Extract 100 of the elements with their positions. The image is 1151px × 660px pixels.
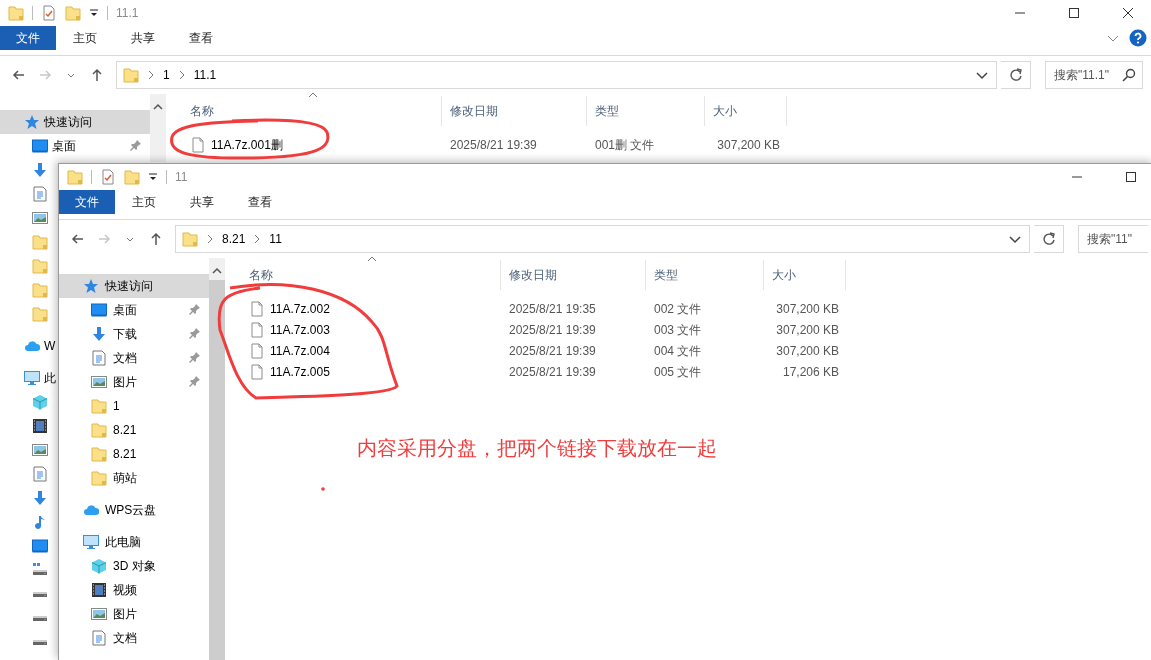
film-icon — [32, 418, 48, 434]
sidebar-item[interactable]: 快速访问 — [59, 274, 209, 298]
sort-caret-icon — [308, 92, 318, 98]
sidebar-item[interactable]: 快速访问 — [0, 110, 150, 134]
caret-up-icon — [212, 266, 222, 276]
sidebar-item[interactable]: W — [0, 334, 56, 358]
breadcrumb-item[interactable]: 1 — [163, 66, 170, 84]
file-size: 307,200 KB — [775, 342, 840, 360]
close-button[interactable] — [1120, 5, 1136, 21]
cube-icon — [91, 558, 107, 574]
file-icon — [249, 342, 265, 359]
folder-icon — [32, 282, 48, 298]
sidebar-item[interactable]: 此 — [0, 366, 56, 390]
file-type: 005 文件 — [653, 363, 703, 381]
folder-icon — [32, 234, 48, 250]
column-header[interactable]: 大小 — [764, 260, 846, 290]
column-header[interactable]: 修改日期 — [501, 260, 646, 290]
file-name[interactable]: 11A.7z.001删 — [211, 135, 283, 154]
maximize-button[interactable] — [1066, 5, 1082, 21]
sidebar-item[interactable]: 1 — [59, 394, 120, 418]
ribbon-tab[interactable]: 共享 — [173, 190, 231, 214]
refresh-icon — [1041, 232, 1056, 246]
sidebar-item[interactable]: 图片 — [59, 602, 137, 626]
ribbon-tab[interactable]: 文件 — [0, 26, 56, 50]
file-type: 004 文件 — [653, 342, 703, 360]
search-field[interactable]: 搜索"11.1" — [1045, 61, 1143, 89]
breadcrumb-item[interactable]: 11 — [269, 230, 282, 248]
annotation-text: 内容采用分盘，把两个链接下载放在一起 — [357, 436, 717, 461]
column-header[interactable]: 名称 — [225, 260, 501, 290]
refresh-button[interactable] — [1001, 61, 1031, 89]
sidebar-item[interactable]: 图片 — [59, 370, 209, 394]
address-bar[interactable]: 1 11.1 — [116, 61, 997, 89]
file-icon — [190, 136, 206, 153]
star-icon — [83, 278, 99, 294]
breadcrumb-item[interactable]: 11.1 — [193, 66, 217, 84]
ribbon-tab[interactable]: 查看 — [231, 190, 289, 214]
sidebar-item[interactable]: 视频 — [59, 578, 137, 602]
down-arrow-icon — [32, 490, 48, 506]
help-button[interactable] — [1129, 29, 1147, 47]
file-name[interactable]: 11A.7z.002 — [270, 299, 330, 318]
sort-caret-icon — [367, 256, 377, 262]
document-icon — [91, 350, 107, 366]
refresh-button[interactable] — [1034, 225, 1064, 253]
ribbon-tab[interactable]: 共享 — [114, 26, 172, 50]
column-header[interactable]: 修改日期 — [442, 96, 587, 126]
address-bar[interactable]: 8.21 11 — [175, 225, 1030, 253]
document-icon — [32, 466, 48, 482]
monitor-icon — [91, 302, 107, 318]
maximize-button[interactable] — [1123, 169, 1139, 185]
breadcrumb-item[interactable]: 8.21 — [222, 230, 246, 248]
chevron-right-icon — [147, 70, 155, 80]
chevron-down-icon — [1009, 233, 1021, 245]
star-icon — [24, 114, 40, 130]
file-type: 003 文件 — [653, 321, 703, 339]
ribbon-tab[interactable]: 文件 — [59, 190, 115, 214]
file-size: 17,206 KB — [781, 363, 840, 381]
sidebar-item[interactable]: 桌面 — [0, 134, 150, 158]
chevron-right-icon — [206, 234, 214, 244]
drive-icon — [32, 562, 48, 578]
sidebar-item[interactable]: 3D 对象 — [59, 554, 156, 578]
sidebar-item[interactable]: 桌面 — [59, 298, 209, 322]
file-type: 002 文件 — [653, 300, 703, 318]
checklist-icon — [41, 5, 57, 21]
sidebar-item[interactable]: 此电脑 — [59, 530, 141, 554]
sidebar-item[interactable]: 8.21 — [59, 418, 137, 442]
refresh-icon — [1008, 68, 1023, 82]
folder-icon — [8, 5, 24, 21]
dropdown-icon — [89, 8, 99, 18]
file-name[interactable]: 11A.7z.003 — [270, 320, 330, 339]
monitor-icon — [24, 370, 40, 386]
folder-icon — [32, 258, 48, 274]
column-header[interactable]: 类型 — [646, 260, 764, 290]
column-header[interactable]: 类型 — [587, 96, 705, 126]
folder-icon — [123, 67, 139, 83]
column-header[interactable]: 大小 — [705, 96, 787, 126]
ribbon-tab[interactable]: 查看 — [172, 26, 230, 50]
sidebar-item[interactable]: 8.21 — [59, 442, 137, 466]
down-arrow-icon — [91, 326, 107, 342]
monitor-icon — [32, 138, 48, 154]
ribbon-tab[interactable]: 主页 — [56, 26, 114, 50]
column-header[interactable]: 名称 — [166, 96, 442, 126]
cloud-icon — [24, 338, 40, 354]
sidebar-item[interactable]: 萌站 — [59, 466, 137, 490]
document-icon — [32, 186, 48, 202]
folder-icon — [32, 306, 48, 322]
sidebar-item[interactable]: 文档 — [59, 626, 137, 650]
file-name[interactable]: 11A.7z.004 — [270, 341, 330, 360]
picture-icon — [91, 374, 107, 390]
folder-icon — [65, 5, 81, 21]
ribbon-tab[interactable]: 主页 — [115, 190, 173, 214]
sidebar-item[interactable]: 文档 — [59, 346, 209, 370]
sidebar-item[interactable]: WPS云盘 — [59, 498, 157, 522]
scrollbar[interactable] — [150, 94, 166, 162]
cube-icon — [32, 394, 48, 410]
search-field[interactable]: 搜索"11" — [1078, 225, 1148, 253]
modified-date: 2025/8/21 19:39 — [508, 363, 597, 381]
file-name[interactable]: 11A.7z.005 — [270, 362, 330, 381]
sidebar-item[interactable]: 下载 — [59, 322, 209, 346]
folder-icon — [91, 422, 107, 438]
folder-icon — [67, 169, 83, 185]
